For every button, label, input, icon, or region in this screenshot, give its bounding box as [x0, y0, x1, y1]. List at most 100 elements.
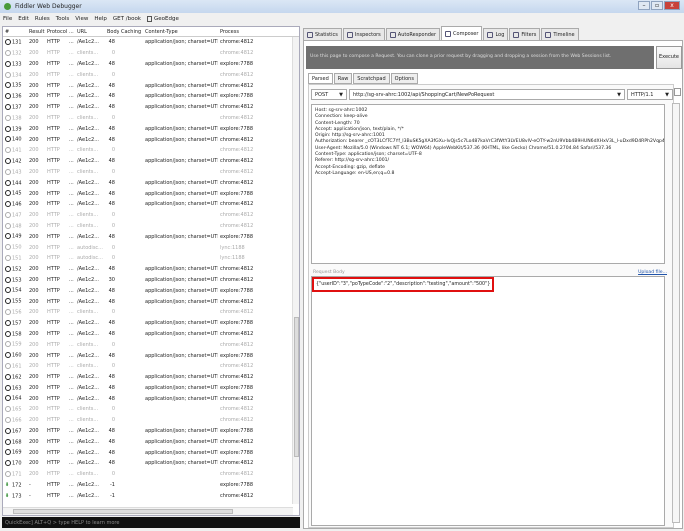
session-row[interactable]: 136 200 HTTP.../Ae1c2... 48 application/json… [3, 91, 299, 102]
column-header[interactable]: Result [27, 29, 45, 35]
menu-edit[interactable]: Edit [18, 16, 29, 22]
url-input[interactable]: http://sg-srv-ahrc:1002/api/ShoppingCart… [349, 89, 625, 100]
session-cell: chrome:4812 [220, 212, 254, 219]
menu-geoedge[interactable]: GeoEdge [147, 16, 179, 22]
close-button[interactable]: x [664, 1, 680, 10]
session-row[interactable]: 164 200 HTTP.../Ae1c2... 48 application/json… [3, 393, 299, 404]
column-header[interactable]: ... [67, 29, 75, 35]
execute-button[interactable]: Execute [656, 46, 682, 69]
session-row[interactable]: ⬇ 173- HTTP.../Ae1c2... -1 chrome:4812 [3, 490, 299, 501]
tab-composer[interactable]: Composer [441, 26, 483, 40]
scroll-thumb[interactable] [13, 509, 233, 514]
http-version-select[interactable]: HTTP/1.1 ▼ [627, 89, 673, 100]
upload-file-link[interactable]: Upload file... [638, 270, 667, 275]
session-row[interactable]: 155 200 HTTP.../Ae1c2... 48 application/json… [3, 296, 299, 307]
menu-view[interactable]: View [75, 16, 88, 22]
column-header[interactable]: Protocol [45, 29, 67, 35]
session-row[interactable]: 163 200 HTTP.../Ae1c2... 48 application/json… [3, 383, 299, 394]
session-row[interactable]: 150 200 HTTP... autodisc... 0 lync:1188 [3, 242, 299, 253]
session-row[interactable]: 148 200 HTTP... clients... 0 chrome:4812 [3, 221, 299, 232]
session-row[interactable]: 149 200 HTTP.../Ae1c2... 48 application/json… [3, 231, 299, 242]
session-cell: 48 [108, 158, 115, 165]
session-row[interactable]: 170 200 HTTP.../Ae1c2... 48 application/json… [3, 458, 299, 469]
session-row[interactable]: 145 200 HTTP.../Ae1c2... 48 application/json… [3, 188, 299, 199]
composer-checkbox[interactable] [674, 88, 681, 96]
menu-rules[interactable]: Rules [35, 16, 50, 22]
column-header[interactable]: Content-Type [143, 29, 218, 35]
session-row[interactable]: 161 200 HTTP... clients... 0 chrome:4812 [3, 361, 299, 372]
session-id: 146 [12, 201, 22, 208]
subtab-scratchpad[interactable]: Scratchpad [353, 73, 390, 84]
session-row[interactable]: 160 200 HTTP.../Ae1c2... 48 application/json… [3, 350, 299, 361]
session-row[interactable]: 169 200 HTTP.../Ae1c2... 48 application/json… [3, 447, 299, 458]
method-select[interactable]: POST ▼ [311, 89, 347, 100]
session-row[interactable]: 166 200 HTTP... clients... 0 chrome:4812 [3, 415, 299, 426]
session-row[interactable]: 147 200 HTTP... clients... 0 chrome:4812 [3, 210, 299, 221]
tab-inspectors[interactable]: Inspectors [342, 28, 385, 40]
maximize-button[interactable]: ▫ [651, 1, 663, 10]
tab-filters[interactable]: Filters [509, 28, 541, 40]
menu-tools[interactable]: Tools [56, 16, 70, 22]
session-cell: chrome:4812 [220, 298, 254, 305]
session-cell: HTTP [47, 384, 60, 391]
session-row[interactable]: 133 200 HTTP.../Ae1c2... 48 application/json… [3, 59, 299, 70]
tab-log[interactable]: Log [483, 28, 509, 40]
session-row[interactable]: 143 200 HTTP... clients... 0 chrome:4812 [3, 167, 299, 178]
session-row[interactable]: 138 200 HTTP... clients... 0 chrome:4812 [3, 113, 299, 124]
session-row[interactable]: 142 200 HTTP.../Ae1c2... 48 application/json… [3, 156, 299, 167]
subtab-options[interactable]: Options [390, 73, 418, 84]
session-row[interactable]: 141 200 HTTP... clients... 0 chrome:4812 [3, 145, 299, 156]
column-header[interactable]: # [3, 29, 27, 35]
session-row[interactable]: 135 200 HTTP.../Ae1c2... 48 application/json… [3, 80, 299, 91]
menu-get-book[interactable]: GET /book [113, 16, 141, 22]
sessions-vertical-scrollbar[interactable] [292, 37, 299, 504]
session-cell: HTTP [47, 222, 60, 229]
column-header[interactable]: URL [75, 29, 105, 35]
column-header[interactable]: Caching [119, 29, 143, 35]
subtab-parsed[interactable]: Parsed [308, 73, 333, 84]
composer-scrollbar[interactable] [672, 103, 680, 523]
session-row[interactable]: 144 200 HTTP.../Ae1c2... 48 application/json… [3, 177, 299, 188]
session-row[interactable]: 134 200 HTTP... clients... 0 chrome:4812 [3, 69, 299, 80]
session-cell: chrome:4812 [220, 147, 254, 154]
session-row[interactable]: 156 200 HTTP... clients... 0 chrome:4812 [3, 307, 299, 318]
column-header[interactable]: Process [218, 29, 278, 35]
session-row[interactable]: 132 200 HTTP... clients... 0 chrome:4812 [3, 48, 299, 59]
session-row[interactable]: 168 200 HTTP.../Ae1c2... 48 application/json… [3, 436, 299, 447]
session-row[interactable]: 159 200 HTTP... clients... 0 chrome:4812 [3, 339, 299, 350]
tab-autoresponder[interactable]: AutoResponder [385, 28, 441, 40]
tab-statistics[interactable]: Statistics [303, 28, 342, 40]
sessions-horizontal-scrollbar[interactable] [3, 507, 293, 515]
session-cell: 200 [29, 384, 39, 391]
menu-help[interactable]: Help [94, 16, 107, 22]
request-body-textarea[interactable]: {"userID":"3","poTypeCode":"2","descript… [311, 276, 665, 526]
minimize-button[interactable]: – [638, 1, 650, 10]
session-cell: /Ae1c2... [77, 395, 99, 402]
column-header[interactable]: Body [105, 29, 119, 35]
session-row[interactable]: 167 200 HTTP.../Ae1c2... 48 application/json… [3, 426, 299, 437]
session-row[interactable]: 151 200 HTTP... autodisc... 0 lync:1188 [3, 253, 299, 264]
session-row[interactable]: 140 200 HTTP.../Ae1c2... 48 application/json… [3, 134, 299, 145]
request-headers-textarea[interactable]: Host: sg-srv-ahrc:1002 Connection: keep-… [311, 104, 665, 264]
session-row[interactable]: 157 200 HTTP.../Ae1c2... 48 application/json… [3, 318, 299, 329]
tab-timeline[interactable]: Timeline [541, 28, 579, 40]
session-row[interactable]: 137 200 HTTP.../Ae1c2... 48 application/json… [3, 102, 299, 113]
session-row[interactable]: 171 200 HTTP... clients... 0 chrome:4812 [3, 469, 299, 480]
session-row[interactable]: 158 200 HTTP.../Ae1c2... 48 application/json… [3, 329, 299, 340]
scroll-thumb[interactable] [294, 317, 299, 457]
session-row[interactable]: ⬇ 172- HTTP.../Ae1c2... -1 explore:7788 [3, 480, 299, 491]
session-row[interactable]: 153 200 HTTP.../Ae1c2... 30 application/json… [3, 275, 299, 286]
session-row[interactable]: 131 200 HTTP.../Ae1c2... 48 application/json… [3, 37, 299, 48]
session-row[interactable]: 139 200 HTTP.../Ae1c2... 48 application/json… [3, 123, 299, 134]
subtab-raw[interactable]: Raw [333, 73, 353, 84]
session-id: 166 [12, 417, 22, 424]
session-row[interactable]: 162 200 HTTP.../Ae1c2... 48 application/json… [3, 372, 299, 383]
session-row[interactable]: 152 200 HTTP.../Ae1c2... 48 application/json… [3, 264, 299, 275]
quickexec-input[interactable]: QuickExec] ALT+Q > type HELP to learn mo… [2, 517, 300, 528]
session-row[interactable]: 146 200 HTTP.../Ae1c2... 48 application/json… [3, 199, 299, 210]
menu-file[interactable]: File [3, 16, 12, 22]
session-id-cell: 146 [3, 201, 27, 208]
session-row[interactable]: 154 200 HTTP.../Ae1c2... 48 application/json… [3, 285, 299, 296]
session-row[interactable]: 165 200 HTTP... clients... 0 chrome:4812 [3, 404, 299, 415]
session-cell: /Ae1c2... [77, 320, 99, 327]
